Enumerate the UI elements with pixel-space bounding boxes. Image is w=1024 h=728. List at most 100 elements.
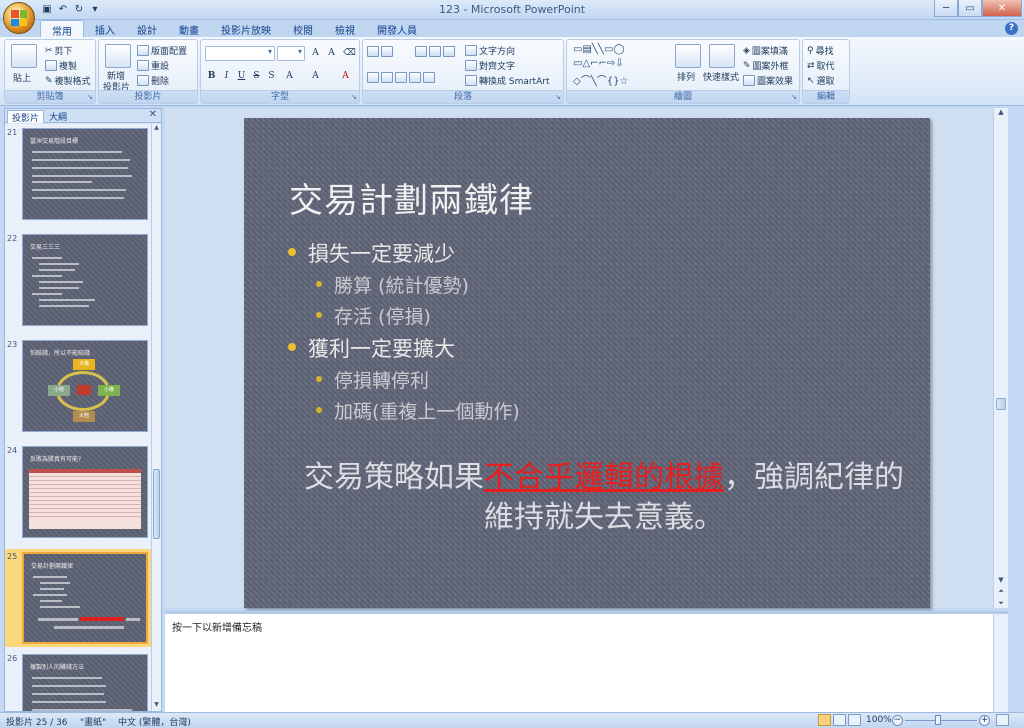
copy-button[interactable]: 複製 <box>45 59 77 72</box>
slide-scrollbar[interactable]: ▲ ▼ ⏶ ⏷ <box>993 108 1008 608</box>
thumbnail-title: 反敗為勝真有可能? <box>30 456 82 463</box>
strikethrough-icon[interactable]: S <box>250 70 263 83</box>
font-size-select[interactable] <box>277 46 305 61</box>
delete-slide-button[interactable]: 刪除 <box>137 74 169 87</box>
char-spacing-icon[interactable]: A <box>283 70 296 83</box>
reset-button[interactable]: 重設 <box>137 59 169 72</box>
paste-button[interactable]: 貼上 <box>13 71 31 84</box>
slide-title[interactable]: 交易計劃兩鐵律 <box>289 173 534 222</box>
shapes-gallery-row2[interactable]: ▭△⌐⌐⇨⇩ <box>573 58 624 69</box>
slide-thumbnail[interactable]: 怕賠錢，所以不能賠錢 大賺 小賠 小賺 大賠 <box>22 340 148 432</box>
theme-name[interactable]: "畫紙" <box>80 715 106 728</box>
scroll-down-icon[interactable]: ▼ <box>152 701 161 711</box>
shapes-gallery-row3[interactable]: ◇⌒╲⌒{}☆ <box>573 72 628 87</box>
grow-font-icon[interactable]: A <box>309 47 322 60</box>
next-slide-icon[interactable]: ⏷ <box>994 599 1008 608</box>
select-button[interactable]: ↖ 選取 <box>807 74 835 88</box>
slideshow-view-icon[interactable] <box>848 714 861 726</box>
notes-pane[interactable]: 按一下以新增備忘稿 <box>165 611 1008 712</box>
tab-design[interactable]: 設計 <box>126 20 168 37</box>
shapes-gallery[interactable]: ▭▤╲╲▭◯ <box>573 44 625 55</box>
paragraph-launcher-icon[interactable]: ↘ <box>555 93 561 101</box>
close-pane-icon[interactable]: ✕ <box>149 109 157 120</box>
tab-slides[interactable]: 投影片 <box>7 110 45 124</box>
scroll-thumb[interactable] <box>153 469 160 539</box>
scroll-up-icon[interactable]: ▲ <box>152 124 161 134</box>
paste-icon[interactable] <box>11 44 37 68</box>
maximize-button[interactable]: ▭ <box>958 0 982 17</box>
slide-sorter-icon[interactable] <box>833 714 846 726</box>
indent-buttons[interactable] <box>415 46 455 57</box>
shape-outline-button[interactable]: ✎ 圖案外框 <box>743 59 789 73</box>
fit-to-window-icon[interactable] <box>996 714 1009 726</box>
tab-insert[interactable]: 插入 <box>84 20 126 37</box>
slide-quote[interactable]: 交易策略如果不合乎邏輯的根據，強調紀律的維持就失去意義。 <box>304 458 904 538</box>
tab-slideshow[interactable]: 投影片放映 <box>210 20 282 37</box>
thumbnail-scrollbar[interactable]: ▲ ▼ <box>151 124 161 711</box>
quick-styles-button[interactable]: 快速樣式 <box>703 70 739 83</box>
slide-thumbnail[interactable]: 反敗為勝真有可能? <box>22 446 148 538</box>
scroll-thumb[interactable] <box>996 398 1006 410</box>
font-name-select[interactable] <box>205 46 275 61</box>
tab-outline[interactable]: 大綱 <box>45 110 71 123</box>
thumbnail-slide-25[interactable]: 25 交易計劃兩鐵律 <box>5 549 151 647</box>
scroll-down-icon[interactable]: ▼ <box>994 576 1008 584</box>
normal-view-icon[interactable] <box>818 714 831 726</box>
current-slide[interactable]: 交易計劃兩鐵律 損失一定要減少 勝算 (統計優勢) 存活 (停損) 獲利一定要擴… <box>244 118 930 608</box>
zoom-slider[interactable] <box>905 720 977 721</box>
arrange-icon[interactable] <box>675 44 701 68</box>
ribbon: 貼上 ✂ 剪下 複製 ✎ 複製格式 剪貼簿 ↘ 新增 投影片 版面配置 重設 刪除 … <box>0 37 1024 106</box>
font-color-icon[interactable]: A <box>339 70 352 83</box>
slide-thumbnail[interactable]: 複製別人的賺錢方法 <box>22 654 148 711</box>
text-direction-button[interactable]: 文字方向 <box>465 44 515 57</box>
align-buttons[interactable] <box>367 72 435 83</box>
tab-developer[interactable]: 開發人員 <box>366 20 428 37</box>
scroll-up-icon[interactable]: ▲ <box>994 108 1008 116</box>
minimize-button[interactable]: ─ <box>934 0 958 17</box>
shape-fill-button[interactable]: ◈ 圖案填滿 <box>743 44 788 58</box>
drawing-launcher-icon[interactable]: ↘ <box>791 93 797 101</box>
align-text-button[interactable]: 對齊文字 <box>465 59 515 72</box>
zoom-slider-handle[interactable] <box>935 715 941 725</box>
layout-button[interactable]: 版面配置 <box>137 44 187 57</box>
notes-scrollbar[interactable] <box>993 614 1008 712</box>
clipboard-launcher-icon[interactable]: ↘ <box>87 93 93 101</box>
font-launcher-icon[interactable]: ↘ <box>351 93 357 101</box>
zoom-out-icon[interactable]: − <box>892 715 903 726</box>
tab-view[interactable]: 檢視 <box>324 20 366 37</box>
shrink-font-icon[interactable]: A <box>325 47 338 60</box>
shadow-icon[interactable]: S <box>265 70 278 83</box>
zoom-level[interactable]: 100% <box>866 715 892 725</box>
find-button[interactable]: ⚲ 尋找 <box>807 44 834 58</box>
replace-button[interactable]: ⇄ 取代 <box>807 59 835 73</box>
cut-button[interactable]: ✂ 剪下 <box>45 44 73 58</box>
new-slide-icon[interactable] <box>105 44 131 68</box>
tab-animations[interactable]: 動畫 <box>168 20 210 37</box>
language-indicator[interactable]: 中文 (繁體，台灣) <box>118 715 191 728</box>
zoom-in-icon[interactable]: + <box>979 715 990 726</box>
slide-thumbnail[interactable]: 交易計劃兩鐵律 <box>22 552 148 644</box>
quote-text-start: 交易策略如果 <box>304 460 484 495</box>
convert-smartart-button[interactable]: 轉換成 SmartArt <box>465 74 549 87</box>
quick-styles-icon[interactable] <box>709 44 735 68</box>
help-icon[interactable]: ? <box>1005 22 1018 35</box>
italic-icon[interactable]: I <box>220 70 233 83</box>
sub-bullet-item: 加碼(重複上一個動作) <box>288 397 520 428</box>
tab-review[interactable]: 校閱 <box>282 20 324 37</box>
office-button[interactable] <box>3 2 35 34</box>
bold-icon[interactable]: B <box>205 70 218 83</box>
previous-slide-icon[interactable]: ⏶ <box>994 587 1008 596</box>
slide-thumbnail[interactable]: 交易三三三 <box>22 234 148 326</box>
slide-bullets[interactable]: 損失一定要減少 勝算 (統計優勢) 存活 (停損) 獲利一定要擴大 停損轉停利 … <box>288 238 520 428</box>
arrange-button[interactable]: 排列 <box>677 70 695 83</box>
bullets-button[interactable] <box>367 46 393 57</box>
close-button[interactable]: ✕ <box>982 0 1022 17</box>
clear-format-icon[interactable]: ⌫ <box>343 47 356 60</box>
notes-placeholder[interactable]: 按一下以新增備忘稿 <box>172 619 262 634</box>
tab-home[interactable]: 常用 <box>40 20 84 38</box>
change-case-icon[interactable]: A <box>309 70 322 83</box>
shape-effects-button[interactable]: 圖案效果 <box>743 74 793 87</box>
slide-thumbnail[interactable]: 當沖交易階段目標 <box>22 128 148 220</box>
underline-icon[interactable]: U <box>235 70 248 83</box>
format-painter-button[interactable]: ✎ 複製格式 <box>45 74 91 88</box>
